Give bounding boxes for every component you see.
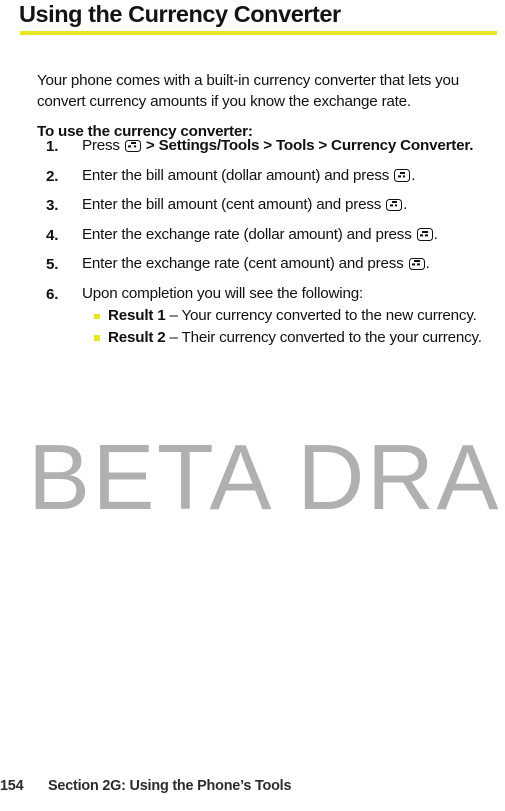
step-text: Upon completion you will see the followi… [82,284,505,305]
menu-key-icon [408,257,425,270]
step-text-pre: Upon completion you will see the followi… [82,284,363,302]
results-sub-list: Result 1 – Your currency converted to th… [0,306,505,348]
menu-key-icon [394,169,411,182]
procedure-step-list: 1. Press > Settings/Tools > Tools > Curr… [0,136,505,355]
step-text-post: . [403,196,408,213]
step-text-pre: Enter the exchange rate (cent amount) an… [82,255,404,272]
list-item: Result 1 – Your currency converted to th… [94,306,505,327]
menu-key-icon [386,198,403,211]
step-text: Enter the bill amount (dollar amount) an… [82,166,505,187]
step-text: Enter the exchange rate (cent amount) an… [82,254,505,275]
step-text-pre: Press [82,137,120,154]
menu-key-icon [124,139,141,152]
page-title: Using the Currency Converter [19,1,341,27]
step-number: 2. [46,167,59,185]
list-item: 4. Enter the exchange rate (dollar amoun… [0,225,505,248]
step-text-post: . [433,225,438,243]
step-number: 1. [46,138,59,155]
footer-page-number: 154 [0,778,24,794]
list-item: 5. Enter the exchange rate (cent amount)… [0,254,505,277]
step-number: 5. [46,256,59,273]
result-description: – Your currency converted to the new cur… [165,307,477,324]
step-text-emphasis: > Settings/Tools > Tools > Currency Conv… [141,137,474,154]
step-text-post: . [425,255,430,272]
list-item: 2. Enter the bill amount (dollar amount)… [0,166,505,189]
result-description: – Their currency converted to the your c… [165,328,483,346]
menu-key-icon [416,228,433,241]
beta-draft-watermark: BETA DRAFT [28,425,505,529]
step-text-pre: Enter the exchange rate (dollar amount) … [82,225,412,243]
footer-section-title: Section 2G: Using the Phone’s Tools [48,778,292,794]
step-number: 3. [46,197,59,214]
list-item: 3. Enter the bill amount (cent amount) a… [0,195,505,218]
list-item: Result 2 – Their currency converted to t… [94,328,505,349]
square-bullet-icon [94,313,100,319]
step-text: Enter the bill amount (cent amount) and … [82,195,505,216]
step-text-pre: Enter the bill amount (dollar amount) an… [82,166,390,184]
list-item: 6. Upon completion you will see the foll… [0,284,505,349]
result-label: Result 2 [108,328,166,346]
document-page: { "page": { "title": "Using the Currency… [0,0,505,811]
result-label: Result 1 [108,307,166,324]
step-text: Press > Settings/Tools > Tools > Currenc… [82,136,505,157]
list-item: 1. Press > Settings/Tools > Tools > Curr… [0,136,505,159]
step-text-pre: Enter the bill amount (cent amount) and … [82,196,382,213]
square-bullet-icon [94,335,100,341]
step-text-post: . [411,166,416,184]
step-number: 4. [46,226,59,244]
page-footer: 154 Section 2G: Using the Phone’s Tools [0,778,505,800]
title-underline-rule [20,31,497,35]
step-text: Enter the exchange rate (dollar amount) … [82,225,505,246]
step-number: 6. [46,285,59,303]
intro-paragraph: Your phone comes with a built-in currenc… [37,72,460,110]
